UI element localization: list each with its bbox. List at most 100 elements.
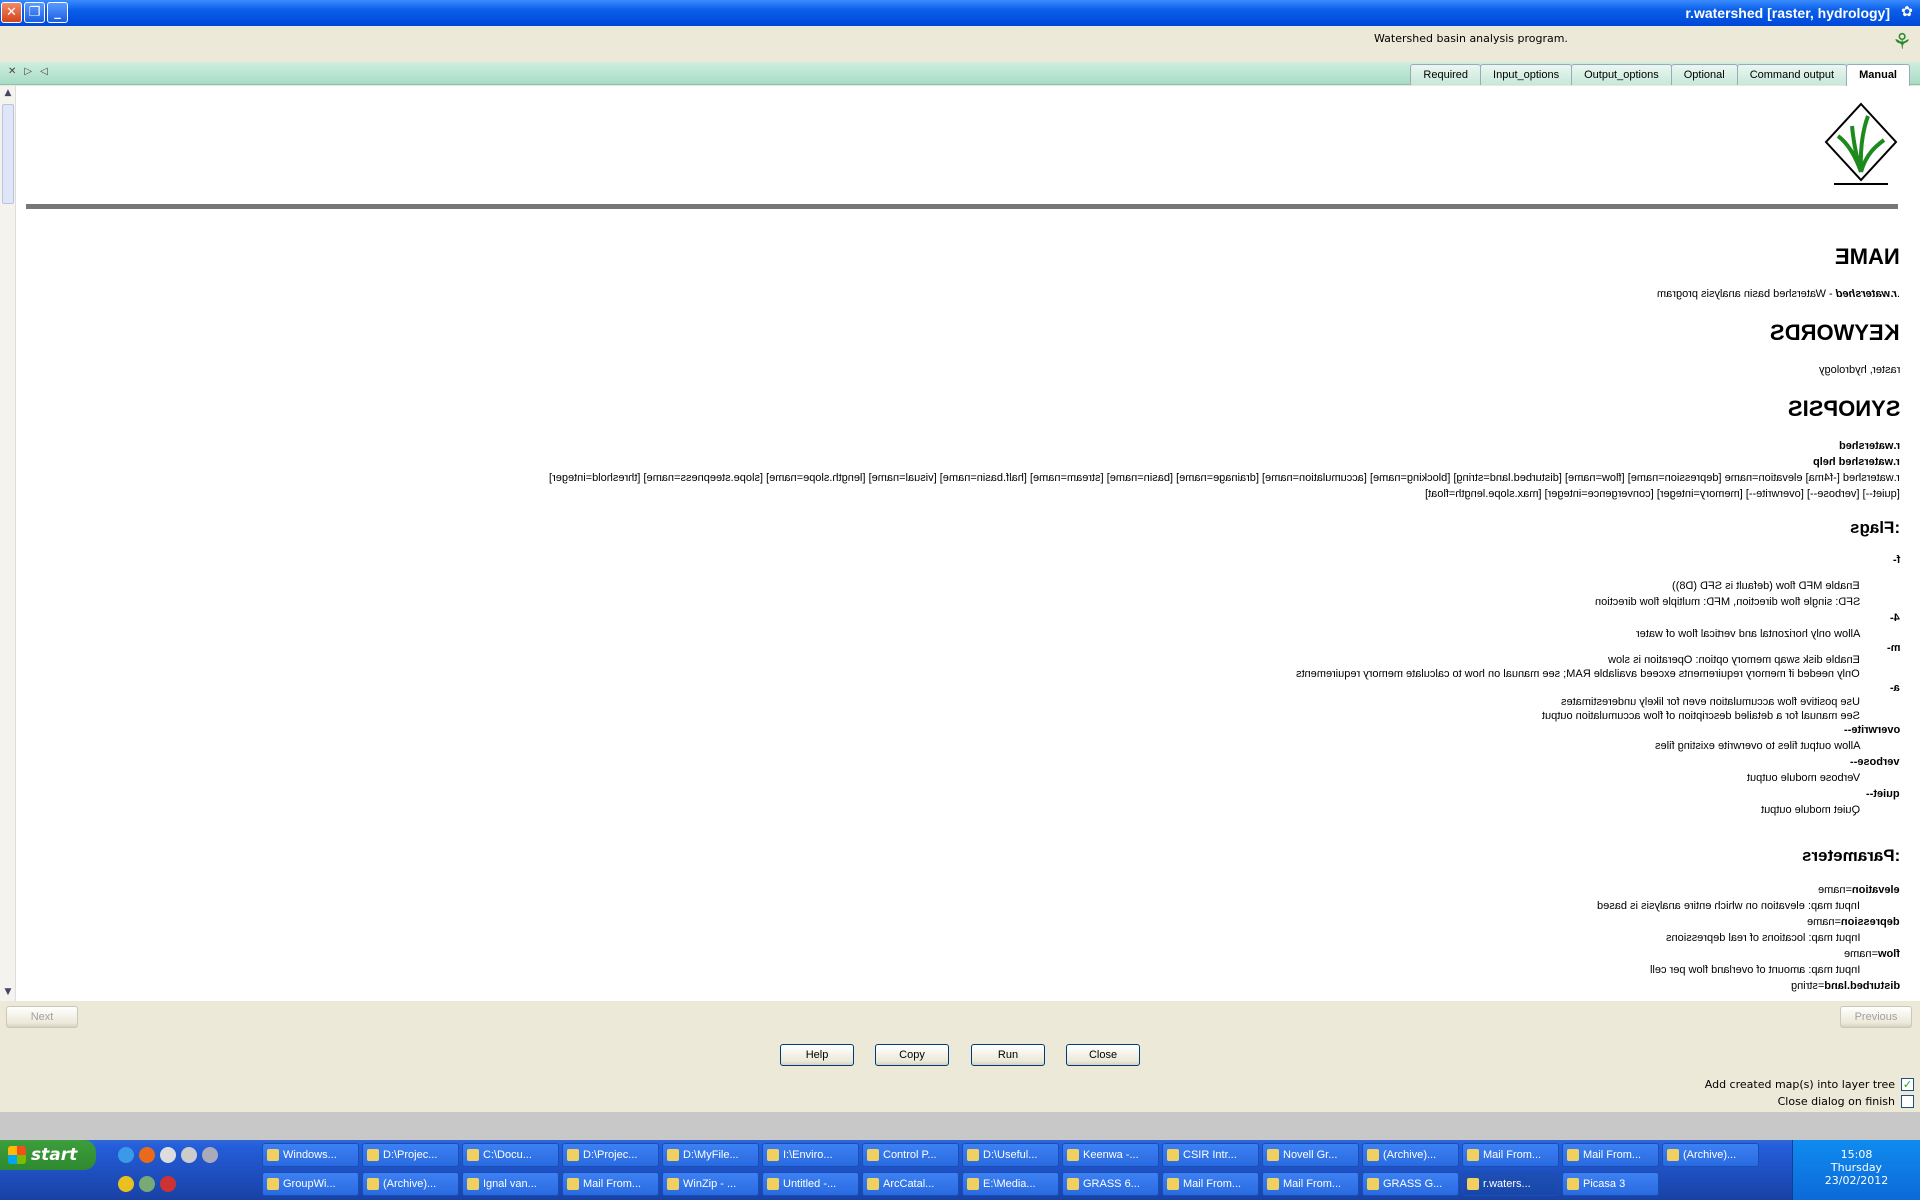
flag-desc: Allow output files to overwrite existing… <box>1654 740 1860 752</box>
vertical-scrollbar[interactable]: ▲ ▼ <box>0 86 16 1001</box>
flag-desc: See manual for a detailed description of… <box>1542 710 1860 722</box>
app-icon[interactable] <box>160 1147 176 1163</box>
taskbar-item[interactable]: Untitled -... <box>762 1172 859 1196</box>
synopsis-line: r.watershed help <box>1813 456 1900 468</box>
tab-output-options[interactable]: Output_options <box>1571 64 1672 85</box>
close-window-icon[interactable]: ✕ <box>1 2 22 23</box>
taskbar-item[interactable]: (Archive)... <box>362 1172 459 1196</box>
param-desc: Input map: locations of real depressions <box>1665 932 1860 944</box>
param-name: flow <box>1878 948 1900 960</box>
start-label: start <box>31 1145 78 1165</box>
tabs: Manual Command output Optional Output_op… <box>1410 64 1910 86</box>
tab-command-output[interactable]: Command output <box>1736 64 1848 85</box>
taskbar-item[interactable]: Picasa 3 <box>1562 1172 1659 1196</box>
app-icon[interactable] <box>202 1147 218 1163</box>
taskbar-item[interactable]: Mail From... <box>1162 1172 1259 1196</box>
start-button[interactable]: start <box>0 1140 96 1170</box>
close-on-finish-option[interactable]: Close dialog on finish <box>1778 1095 1914 1108</box>
close-tab-icon[interactable]: ✕ <box>8 66 16 77</box>
taskbar-item[interactable]: Mail From... <box>562 1172 659 1196</box>
taskbar-item[interactable]: CSIR Intr... <box>1162 1143 1259 1167</box>
windows-taskbar: start Windows... D:\Projec... C:\Docu...… <box>0 1140 1920 1200</box>
tab-required[interactable]: Required <box>1410 64 1482 85</box>
main-window: ✿ r.watershed [raster, hydrology] ✕ ❐ _ … <box>0 0 1920 1112</box>
run-button[interactable]: Run <box>971 1044 1045 1066</box>
taskbar-item[interactable]: GRASS G... <box>1362 1172 1459 1196</box>
window-title: r.watershed [raster, hydrology] <box>1685 5 1890 21</box>
next-button[interactable]: Next <box>6 1006 78 1028</box>
heading-flags: Flags: <box>1849 518 1900 537</box>
taskbar-item[interactable]: GRASS 6... <box>1062 1172 1159 1196</box>
scroll-up-icon[interactable]: ▲ <box>2 88 14 100</box>
close-button[interactable]: Close <box>1066 1044 1140 1066</box>
grass-logo <box>1824 102 1898 185</box>
tab-optional[interactable]: Optional <box>1670 64 1738 85</box>
module-description: Watershed basin analysis program. <box>1374 32 1568 45</box>
heading-parameters: Parameters: <box>1801 846 1900 865</box>
app-icon[interactable] <box>139 1176 155 1192</box>
taskbar-item[interactable]: WinZip - ... <box>662 1172 759 1196</box>
taskbar-item[interactable]: Keenwa -... <box>1062 1143 1159 1167</box>
taskbar-item[interactable]: Mail From... <box>1462 1143 1559 1167</box>
tab-scroll-right-icon[interactable]: ▷ <box>24 66 32 77</box>
taskbar-item[interactable]: Novell Gr... <box>1262 1143 1359 1167</box>
tab-input-options[interactable]: Input_options <box>1480 64 1573 85</box>
taskbar-item[interactable]: Control P... <box>862 1143 959 1167</box>
taskbar-row2: GroupWi... (Archive)... Ignal van... Mai… <box>262 1172 1659 1196</box>
scroll-down-icon[interactable]: ▼ <box>2 987 14 999</box>
quick-launch-row2 <box>118 1176 176 1192</box>
firefox-icon[interactable] <box>139 1147 155 1163</box>
system-tray: 15:08 Thursday 23/02/2012 <box>1792 1140 1920 1200</box>
add-maps-option[interactable]: Add created map(s) into layer tree ✓ <box>1705 1078 1914 1091</box>
app-icon[interactable] <box>160 1176 176 1192</box>
keywords-line: raster, hydrology <box>1819 362 1900 378</box>
taskbar-item[interactable]: (Archive)... <box>1662 1143 1759 1167</box>
copy-button[interactable]: Copy <box>875 1044 949 1066</box>
help-button[interactable]: Help <box>780 1044 854 1066</box>
taskbar-item[interactable]: D:\Projec... <box>362 1143 459 1167</box>
flag-desc: Quiet module output <box>1760 804 1860 816</box>
taskbar-item[interactable]: I:\Enviro... <box>762 1143 859 1167</box>
taskbar-item[interactable]: Mail From... <box>1262 1172 1359 1196</box>
flag-name: --quiet <box>1866 788 1900 800</box>
windows-flag-icon <box>8 1146 26 1164</box>
header-rule <box>26 204 1898 209</box>
restore-window-icon[interactable]: ❐ <box>24 2 45 23</box>
add-maps-checkbox[interactable]: ✓ <box>1901 1078 1914 1091</box>
previous-button[interactable]: Previous <box>1840 1006 1912 1028</box>
section-synopsis: SYNOPSIS <box>1788 396 1900 422</box>
taskbar-item[interactable]: Ignal van... <box>462 1172 559 1196</box>
tab-strip: ✕ ▷ ◁ Manual Command output Optional Out… <box>0 62 1920 86</box>
taskbar-item[interactable]: E:\Media... <box>962 1172 1059 1196</box>
close-on-finish-checkbox[interactable] <box>1901 1095 1914 1108</box>
taskbar-item[interactable]: D:\MyFile... <box>662 1143 759 1167</box>
taskbar-item[interactable]: D:\Projec... <box>562 1143 659 1167</box>
flag-name: -m <box>1886 642 1900 654</box>
tab-scroll-left-icon[interactable]: ◁ <box>40 66 48 77</box>
taskbar-item[interactable]: GroupWi... <box>262 1172 359 1196</box>
taskbar-item[interactable]: D:\Useful... <box>962 1143 1059 1167</box>
manual-nav-row: Next Previous <box>0 1006 1920 1028</box>
taskbar-item[interactable]: Windows... <box>262 1143 359 1167</box>
description-bar: Watershed basin analysis program. ⚘ <box>0 26 1920 62</box>
chrome-icon[interactable] <box>118 1176 134 1192</box>
close-on-finish-label: Close dialog on finish <box>1777 1095 1895 1108</box>
minimize-window-icon[interactable]: _ <box>47 2 68 23</box>
flag-desc: Allow only horizontal and vertical flow … <box>1635 628 1860 640</box>
ie-icon[interactable] <box>118 1147 134 1163</box>
clock-time[interactable]: 15:08 <box>1793 1148 1920 1161</box>
scrollbar-thumb[interactable] <box>2 104 14 204</box>
synopsis-line: [max.slope.length=float] [convergence=in… <box>1425 488 1900 500</box>
taskbar-item-active[interactable]: r.waters... <box>1462 1172 1559 1196</box>
tab-manual[interactable]: Manual <box>1846 64 1910 86</box>
app-icon[interactable] <box>181 1147 197 1163</box>
taskbar-item[interactable]: C:\Docu... <box>462 1143 559 1167</box>
flag-name: -a <box>1890 682 1900 694</box>
window-controls: ✕ ❐ _ <box>1 2 68 23</box>
flag-desc: SFD: single flow direction, MFD: multipl… <box>1594 596 1860 608</box>
taskbar-item[interactable]: Mail From... <box>1562 1143 1659 1167</box>
taskbar-item[interactable]: ArcCatal... <box>862 1172 959 1196</box>
taskbar-item[interactable]: (Archive)... <box>1362 1143 1459 1167</box>
param-type: =name <box>1807 916 1842 928</box>
param-type: =name <box>1844 948 1878 960</box>
